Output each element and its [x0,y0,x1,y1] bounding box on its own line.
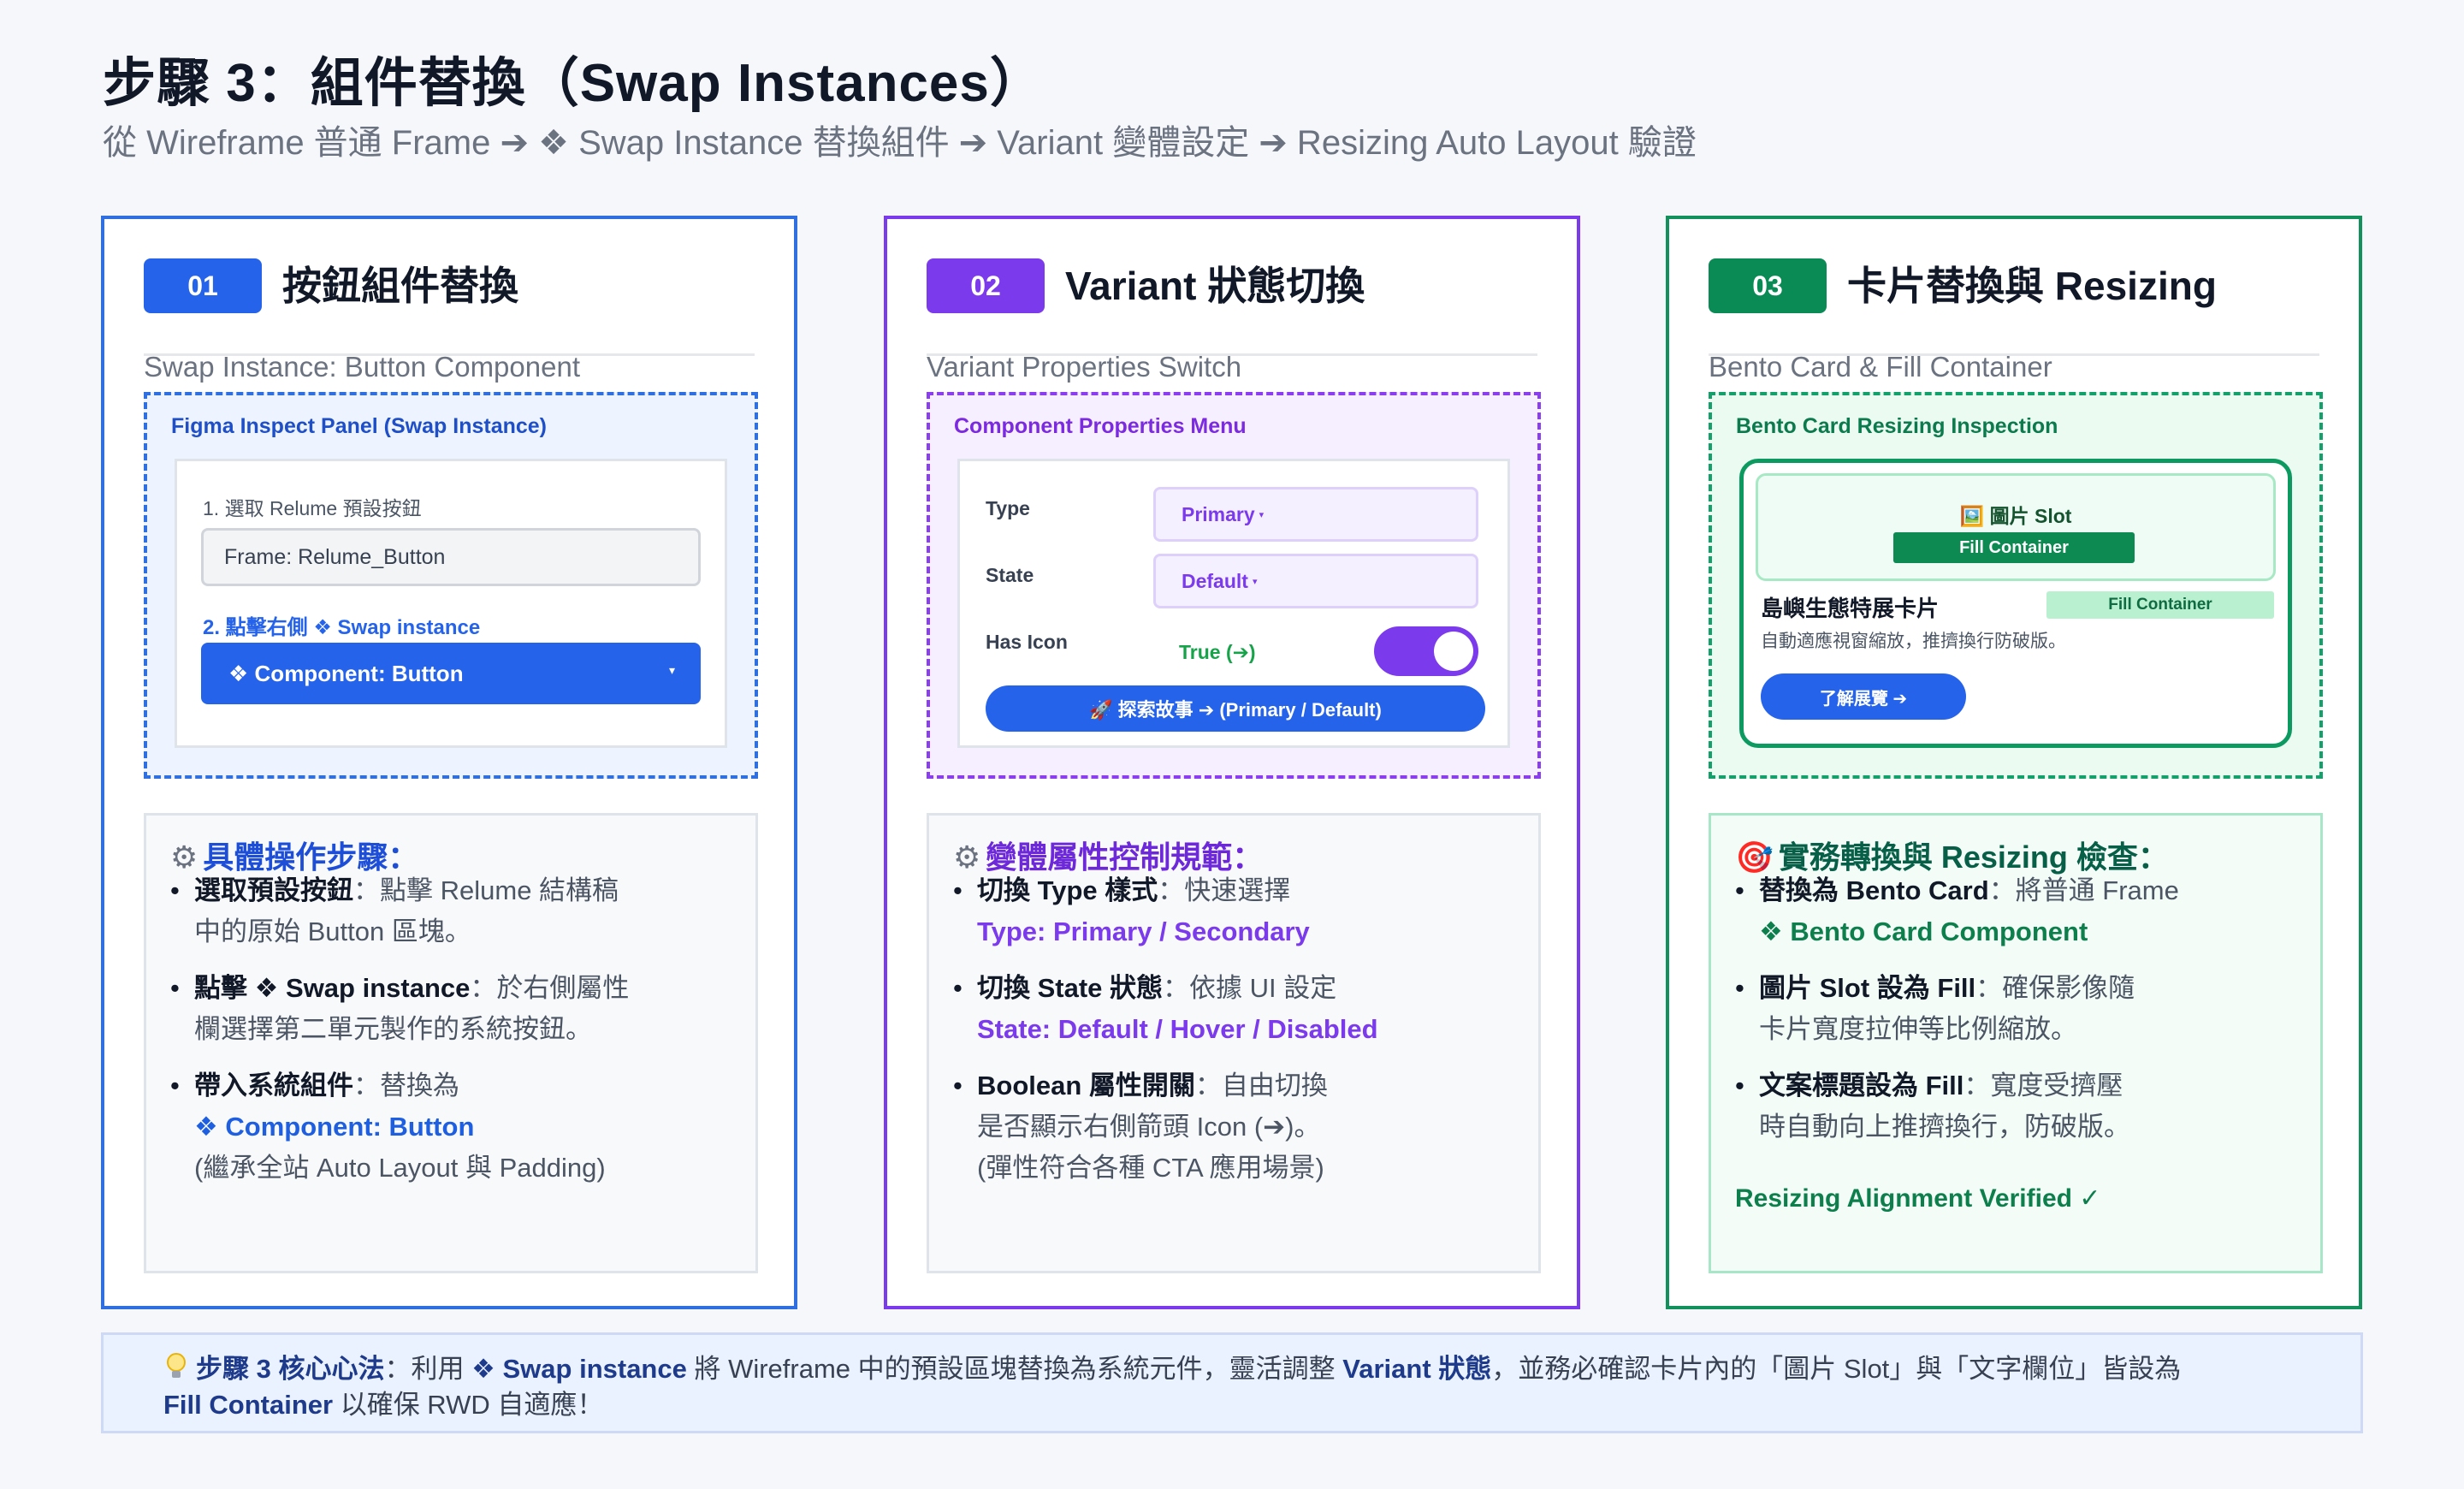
panel-title: Bento Card Resizing Inspection [1736,414,2058,438]
step-badge: 01 [144,258,262,313]
bullet-icon: • [1735,973,1744,1003]
panel-title: Figma Inspect Panel (Swap Instance) [171,414,548,438]
step-card-variant: 02 Variant 狀態切換 Variant Properties Switc… [884,216,1580,1309]
type-select[interactable]: Primary ▾ [1153,487,1478,542]
bullet-icon: • [170,875,180,905]
verified-label: Resizing Alignment Verified ✓ [1735,1184,2101,1213]
has-icon-toggle[interactable] [1374,626,1478,676]
lightbulb-icon [167,1353,186,1378]
card-header: 01 按鈕組件替換 Swap Instance: Button Componen… [144,255,755,383]
panel-title: Component Properties Menu [954,414,1247,438]
principle-line-2: Fill Container 以確保 RWD 自適應！ [163,1390,604,1420]
inspect-panel-mockup: Figma Inspect Panel (Swap Instance) 1. 選… [144,392,758,779]
frame-name-value: Frame: Relume_Button [224,544,446,569]
swap-instance-value: ❖ Component: Button [228,660,464,686]
bullet-icon: • [953,973,962,1003]
gear-icon: ⚙ [953,839,981,875]
page-title: 步驟 3：組件替換（Swap Instances） [103,54,1044,113]
fill-container-tag: Fill Container [2046,591,2274,619]
swap-instance-select[interactable]: ❖ Component: Button ▾ [201,643,701,704]
chevron-down-icon: ▾ [1252,576,1258,587]
card-heading: 島嶼生態特展卡片 [1761,596,1940,621]
step-label-select: 1. 選取 Relume 預設按鈕 [203,497,422,519]
step-badge: 03 [1709,258,1827,313]
prop-label-has-icon: Has Icon [986,631,1068,653]
bullet-icon: • [1735,875,1744,905]
component-properties-menu: Type Primary ▾ State Default ▾ Has Icon Tr… [957,459,1510,748]
toggle-knob [1434,632,1473,671]
steps-box: ⚙ 具體操作步驟： • 選取預設按鈕：點擊 Relume 結構稿 中的原始 Butt… [144,813,758,1273]
bullet-icon: • [953,1071,962,1100]
steps-box: 🎯 實務轉換與 Resizing 檢查： • 替換為 Bento Card：將普通… [1709,813,2323,1273]
card-subtitle: Variant Properties Switch [927,351,1242,383]
bullet-icon: • [1735,1071,1744,1100]
card-subtitle: Bento Card & Fill Container [1709,351,2052,383]
card-header: 02 Variant 狀態切換 Variant Properties Switc… [927,255,1537,383]
principle-line-1: 步驟 3 核心心法：利用 ❖ Swap instance 將 Wireframe… [196,1354,2182,1384]
card-subtitle: Swap Instance: Button Component [144,351,580,383]
fill-container-tag: Fill Container [1893,532,2135,563]
card-description: 自動適應視窗縮放，推擠換行防破版。 [1761,632,2066,651]
chevron-down-icon: ▾ [668,663,675,677]
target-icon: 🎯 [1735,839,1774,875]
properties-panel-mockup: Component Properties Menu Type Primary ▾ … [927,392,1541,779]
chevron-down-icon: ▾ [1259,509,1265,520]
image-slot: 🖼️ 圖片 Slot Fill Container [1756,473,2276,581]
bullet-icon: • [170,1071,180,1100]
bento-card: 🖼️ 圖片 Slot Fill Container 島嶼生態特展卡片 Fill … [1739,459,2292,748]
state-select[interactable]: Default ▾ [1153,554,1478,608]
bullet-icon: • [953,875,962,905]
steps-box: ⚙ 變體屬性控制規範： • 切換 Type 樣式：快速選擇 Type: Primar… [927,813,1541,1273]
key-principle-banner: 步驟 3 核心心法：利用 ❖ Swap instance 將 Wireframe… [101,1332,2363,1433]
step-card-resizing: 03 卡片替換與 Resizing Bento Card & Fill Cont… [1666,216,2362,1309]
card-title: Variant 狀態切換 [1065,264,1365,308]
card-header: 03 卡片替換與 Resizing Bento Card & Fill Cont… [1709,255,2319,383]
step-label-swap: 2. 點擊右側 ❖ Swap instance [203,616,481,639]
has-icon-value: True (➔) [1179,641,1256,663]
bullet-icon: • [170,973,180,1003]
cta-button-preview[interactable]: 🚀 探索故事 ➔ (Primary / Default) [986,685,1485,732]
step-card-button-swap: 01 按鈕組件替換 Swap Instance: Button Componen… [101,216,797,1309]
image-slot-label: 🖼️ 圖片 Slot [1959,505,2072,527]
gear-icon: ⚙ [170,839,198,875]
step-badge: 02 [927,258,1045,313]
page-subtitle: 從 Wireframe 普通 Frame ➔ ❖ Swap Instance 替… [103,124,1697,162]
figma-inspect-panel: 1. 選取 Relume 預設按鈕 Frame: Relume_Button 2… [175,459,727,748]
prop-label-state: State [986,564,1034,586]
prop-label-type: Type [986,497,1030,519]
frame-name-field[interactable]: Frame: Relume_Button [201,528,701,586]
learn-more-button[interactable]: 了解展覽 ➔ [1761,673,1966,720]
card-title: 卡片替換與 Resizing [1847,264,2217,308]
card-title: 按鈕組件替換 [282,264,518,308]
bento-panel-mockup: Bento Card Resizing Inspection 🖼️ 圖片 Slo… [1709,392,2323,779]
